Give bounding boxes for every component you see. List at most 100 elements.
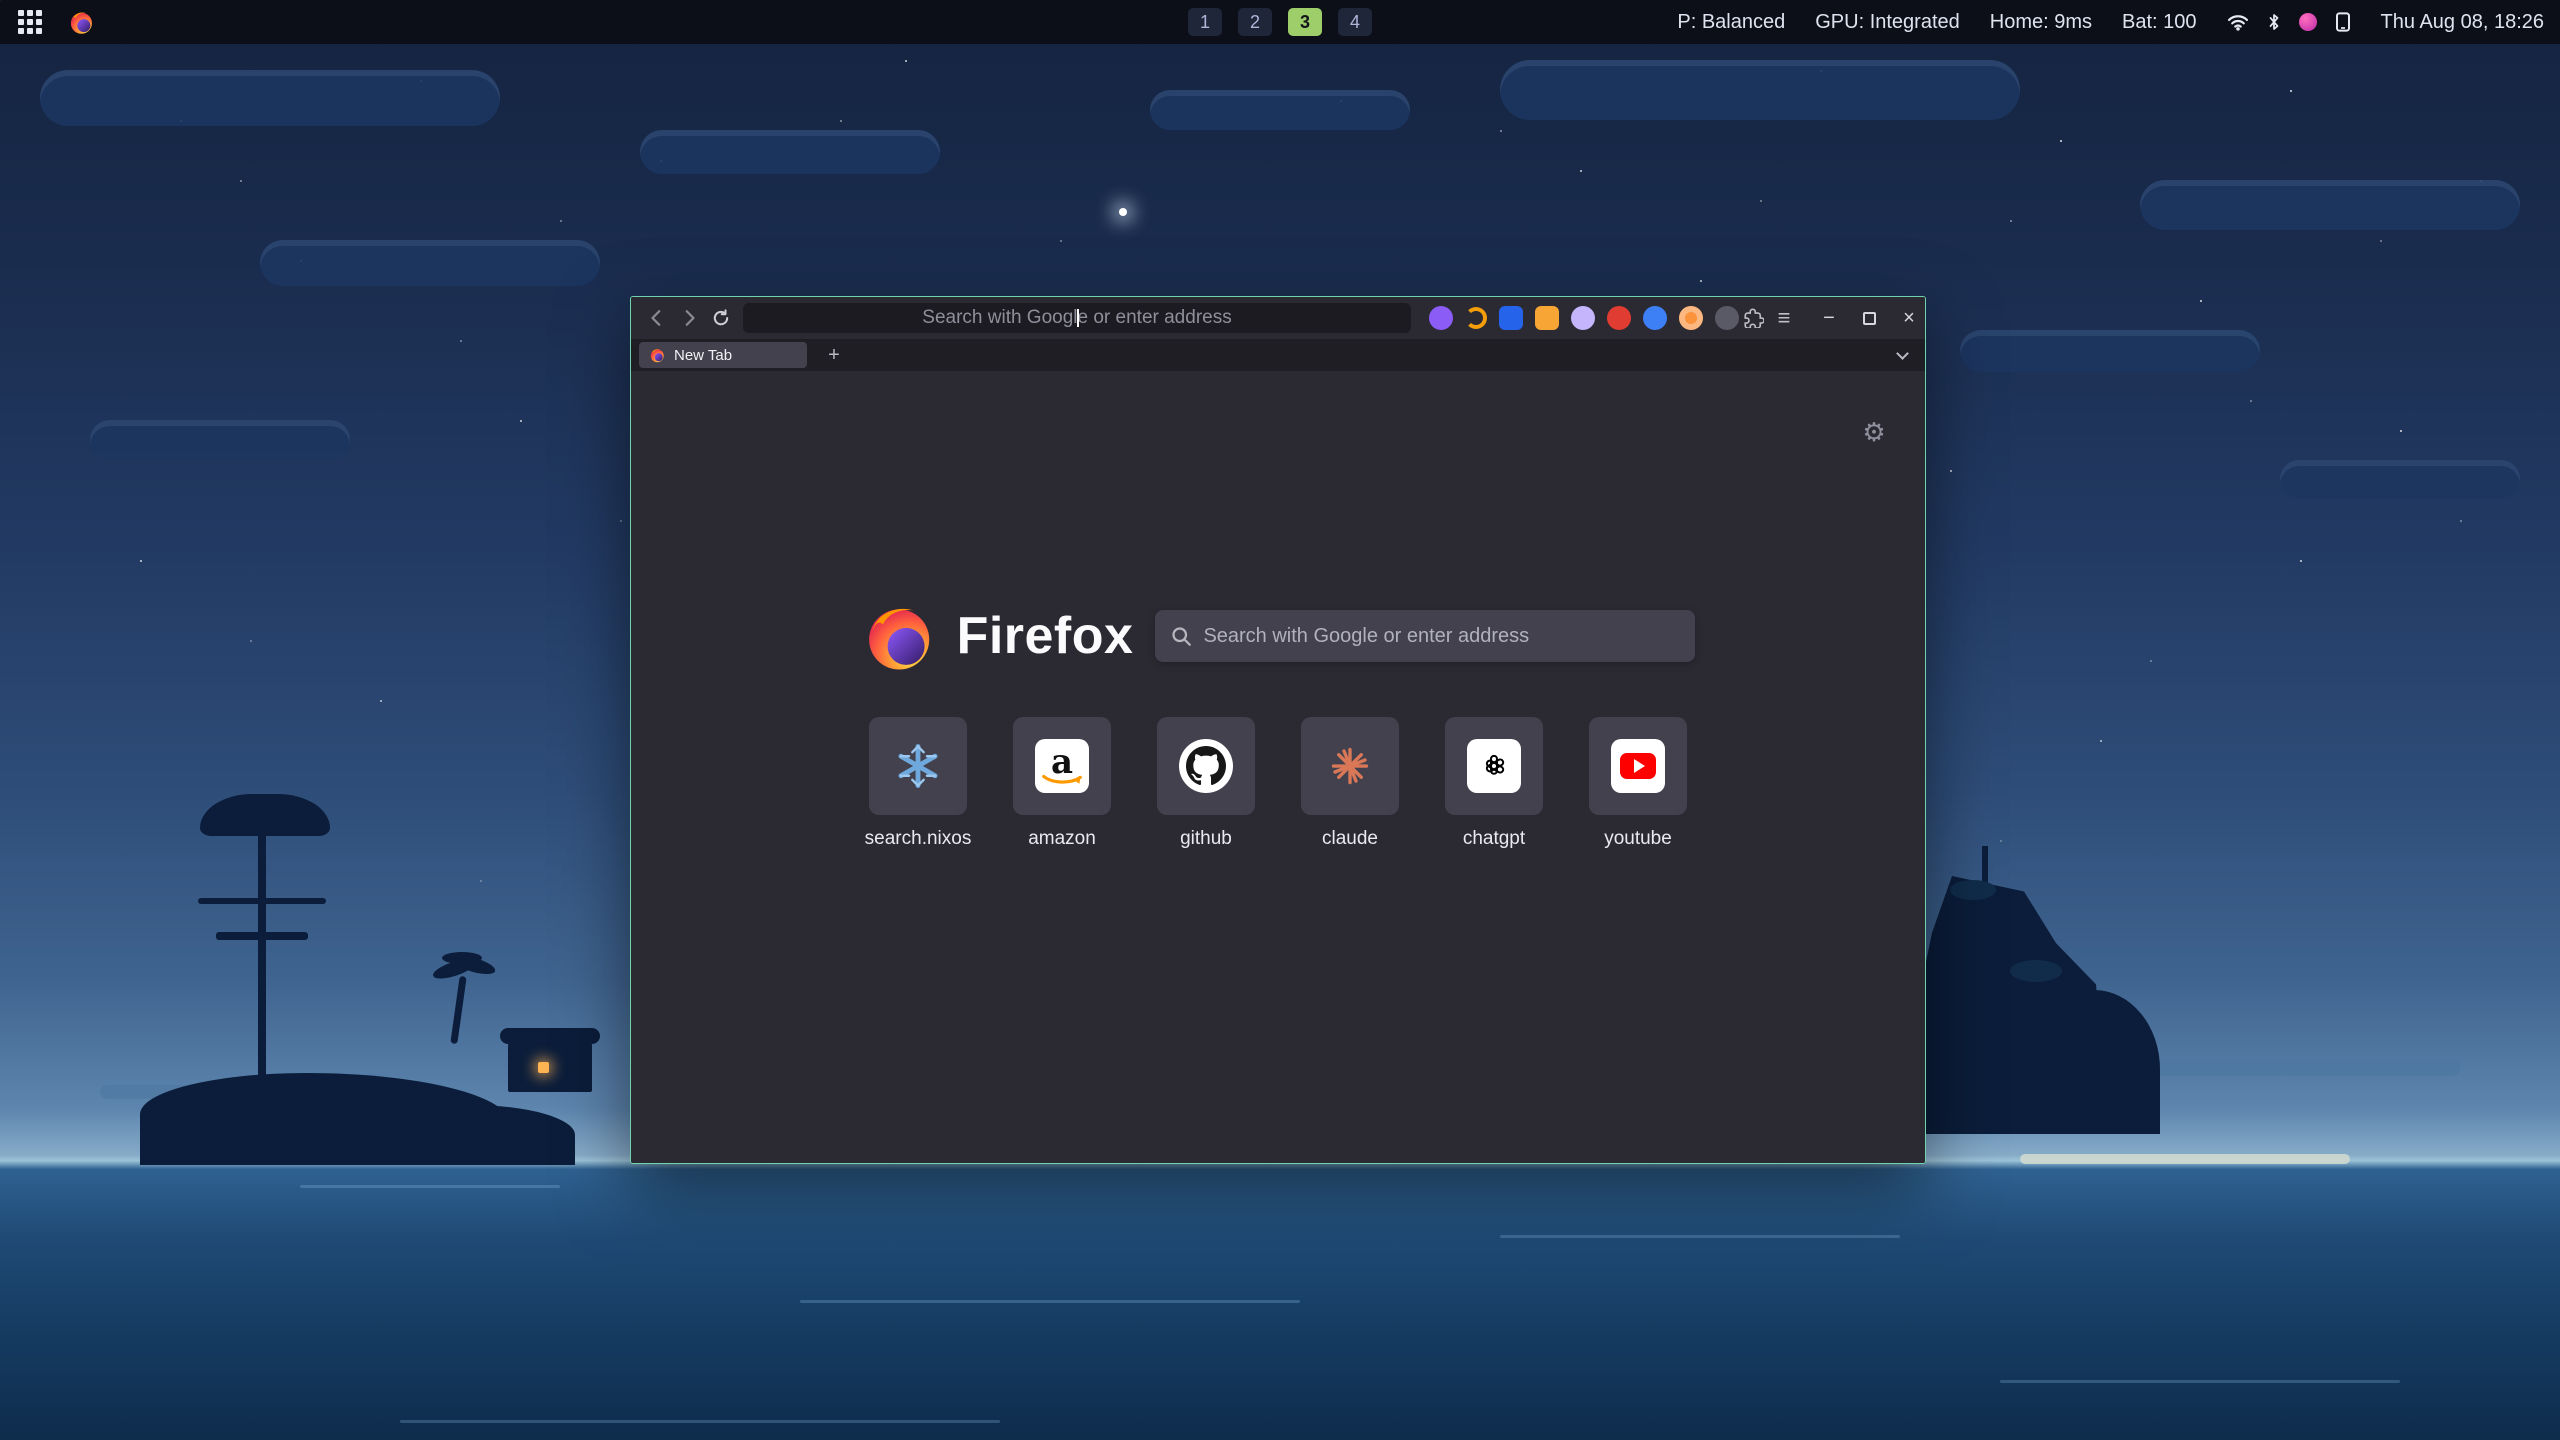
reload-button[interactable] bbox=[705, 302, 737, 334]
tab-strip: New Tab + bbox=[631, 339, 1925, 371]
bluetooth-icon[interactable] bbox=[2267, 12, 2281, 32]
nixos-snowflake-icon bbox=[892, 740, 944, 792]
extension-icon-4[interactable] bbox=[1535, 306, 1559, 330]
workspace-1[interactable]: 1 bbox=[1188, 8, 1222, 36]
back-button[interactable] bbox=[641, 302, 673, 334]
shortcut-amazon[interactable]: a amazon bbox=[1013, 717, 1111, 850]
sea-highlight bbox=[2000, 1380, 2400, 1383]
wallpaper-cloud bbox=[1500, 60, 2020, 120]
wallpaper-cloud bbox=[2280, 460, 2520, 498]
shortcut-label: amazon bbox=[1028, 828, 1096, 850]
watchtower-platform bbox=[216, 932, 308, 940]
claude-starburst-icon bbox=[1326, 742, 1374, 790]
menu-hamburger-icon[interactable]: ≡ bbox=[1769, 303, 1799, 333]
device-icon[interactable] bbox=[2335, 11, 2351, 33]
hut bbox=[508, 1038, 592, 1092]
newtab-hero: Firefox bbox=[631, 599, 1925, 673]
window-controls: − × bbox=[1815, 304, 1923, 332]
extensions-puzzle-icon[interactable] bbox=[1739, 303, 1769, 333]
close-button[interactable]: × bbox=[1895, 304, 1923, 332]
shortcut-search-nixos[interactable]: search.nixos bbox=[869, 717, 967, 850]
firefox-wordmark: Firefox bbox=[957, 606, 1134, 666]
shortcut-label: github bbox=[1180, 828, 1232, 850]
newtab-page: ⚙ Firefox bbox=[631, 371, 1925, 1163]
amazon-icon: a bbox=[1035, 739, 1089, 793]
maximize-button[interactable] bbox=[1855, 304, 1883, 332]
workspace-3-active[interactable]: 3 bbox=[1288, 8, 1322, 36]
workspace-4[interactable]: 4 bbox=[1338, 8, 1372, 36]
gpu-status: GPU: Integrated bbox=[1815, 11, 1960, 34]
firefox-app-icon[interactable] bbox=[68, 9, 94, 35]
shortcut-youtube[interactable]: youtube bbox=[1589, 717, 1687, 850]
wifi-icon[interactable] bbox=[2227, 13, 2249, 31]
cliff bbox=[2040, 990, 2160, 1134]
newtab-search-input[interactable] bbox=[1203, 625, 1679, 648]
shortcut-github[interactable]: github bbox=[1157, 717, 1255, 850]
shortcut-label: claude bbox=[1322, 828, 1378, 850]
extension-icon-7[interactable] bbox=[1643, 306, 1667, 330]
wallpaper-cloud bbox=[2140, 180, 2520, 230]
statusbar-right: P: Balanced GPU: Integrated Home: 9ms Ba… bbox=[1677, 0, 2544, 44]
extension-icon-9[interactable] bbox=[1715, 306, 1739, 330]
minimize-button[interactable]: − bbox=[1815, 304, 1843, 332]
bush bbox=[2010, 960, 2062, 982]
sea-highlight bbox=[1500, 1235, 1900, 1238]
tab-new-tab[interactable]: New Tab bbox=[639, 342, 807, 368]
power-profile-status: P: Balanced bbox=[1677, 11, 1785, 34]
bush bbox=[1950, 880, 1996, 900]
firefox-favicon bbox=[649, 347, 665, 363]
workspace-2[interactable]: 2 bbox=[1238, 8, 1272, 36]
shortcut-label: chatgpt bbox=[1463, 828, 1525, 850]
shortcut-label: search.nixos bbox=[865, 828, 972, 850]
new-tab-button[interactable]: + bbox=[821, 342, 847, 368]
beach bbox=[2020, 1154, 2350, 1164]
wallpaper-cloud bbox=[1960, 330, 2260, 372]
tab-title: New Tab bbox=[674, 347, 732, 364]
sea-highlight bbox=[400, 1420, 1000, 1423]
personalize-gear-icon[interactable]: ⚙ bbox=[1857, 415, 1891, 449]
statusbar-icons bbox=[2227, 11, 2351, 33]
wallpaper-cloud bbox=[40, 70, 500, 126]
browser-toolbar: ≡ − × bbox=[631, 297, 1925, 339]
forward-button[interactable] bbox=[673, 302, 705, 334]
shortcut-tiles: search.nixos a amazon bbox=[631, 717, 1925, 850]
workspace-switcher: 1 2 3 4 bbox=[1188, 0, 1372, 44]
shortcut-label: youtube bbox=[1604, 828, 1672, 850]
extension-icons bbox=[1429, 306, 1739, 330]
firefox-window: ≡ − × New Tab + ⚙ bbox=[630, 296, 1926, 1164]
color-profile-icon[interactable] bbox=[2299, 13, 2317, 31]
youtube-icon bbox=[1611, 739, 1665, 793]
extension-icon-8[interactable] bbox=[1679, 306, 1703, 330]
app-launcher-icon[interactable] bbox=[18, 10, 42, 34]
wallpaper-cloud bbox=[90, 420, 350, 460]
wallpaper-island-right bbox=[1890, 840, 2430, 1170]
extension-icon-5[interactable] bbox=[1571, 306, 1595, 330]
hut-lit-window bbox=[538, 1062, 549, 1073]
network-latency-status: Home: 9ms bbox=[1990, 11, 2092, 34]
extension-icon-3[interactable] bbox=[1499, 306, 1523, 330]
sea-highlight bbox=[300, 1185, 560, 1188]
status-bar: 1 2 3 4 P: Balanced GPU: Integrated Home… bbox=[0, 0, 2560, 44]
extension-icon-1[interactable] bbox=[1429, 306, 1453, 330]
sea-highlight bbox=[800, 1300, 1300, 1303]
list-all-tabs-button[interactable] bbox=[1889, 342, 1915, 368]
shortcut-claude[interactable]: claude bbox=[1301, 717, 1399, 850]
wallpaper-cloud bbox=[260, 240, 600, 286]
island-rocks bbox=[365, 1105, 575, 1165]
clock: Thu Aug 08, 18:26 bbox=[2381, 11, 2544, 34]
wallpaper-cloud bbox=[640, 130, 940, 174]
extension-icon-2[interactable] bbox=[1465, 307, 1487, 329]
newtab-search-bar bbox=[1155, 610, 1695, 662]
desktop: 1 2 3 4 P: Balanced GPU: Integrated Home… bbox=[0, 0, 2560, 1440]
text-caret bbox=[1077, 309, 1079, 327]
statusbar-left bbox=[0, 9, 94, 35]
firefox-logo bbox=[861, 599, 935, 673]
extension-icon-6[interactable] bbox=[1607, 306, 1631, 330]
wallpaper-island-left bbox=[140, 780, 640, 1165]
palm-tree bbox=[450, 976, 466, 1044]
github-icon bbox=[1179, 739, 1233, 793]
watchtower-beam bbox=[198, 898, 326, 904]
chatgpt-icon bbox=[1467, 739, 1521, 793]
shortcut-chatgpt[interactable]: chatgpt bbox=[1445, 717, 1543, 850]
wallpaper-cloud bbox=[1150, 90, 1410, 130]
